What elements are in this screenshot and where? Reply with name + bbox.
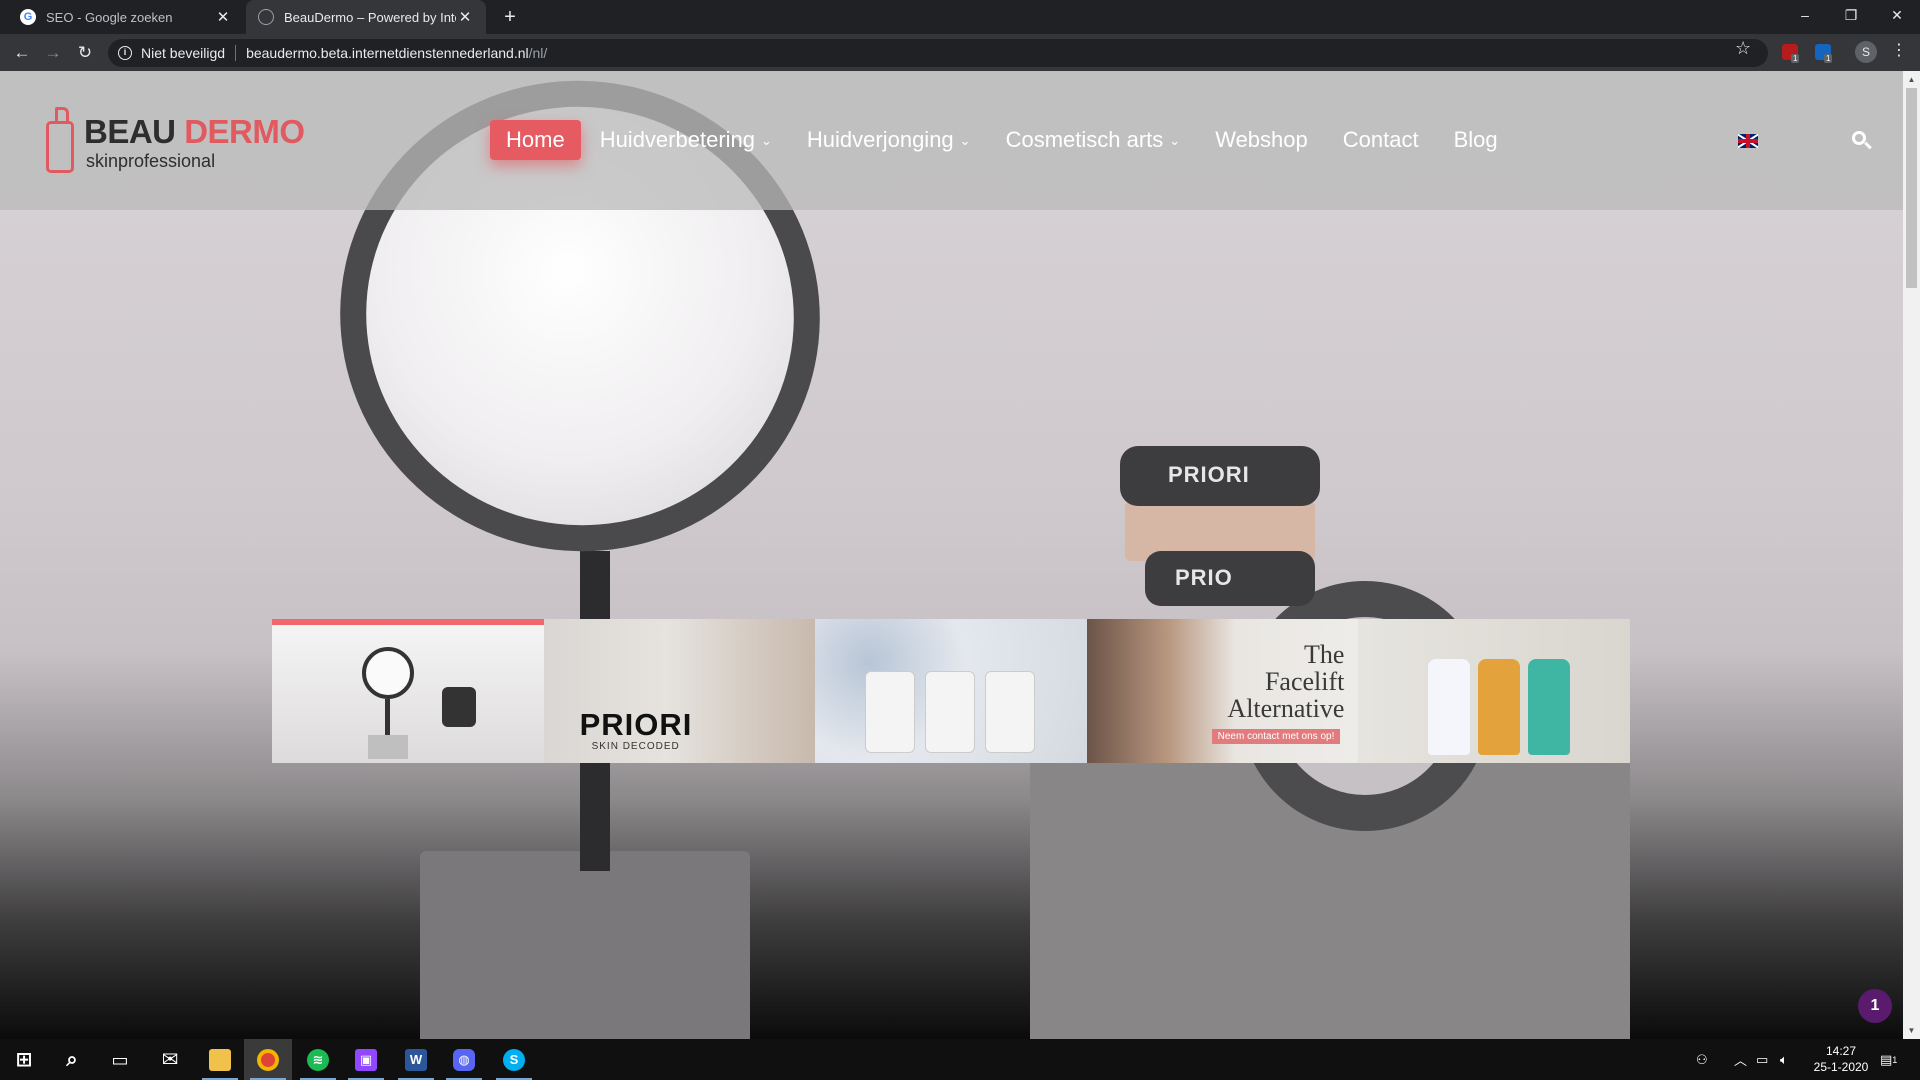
address-bar[interactable]: i Niet beveiligd beaudermo.beta.internet… <box>108 39 1768 67</box>
supplement-jar <box>865 671 916 753</box>
nav-cosmetisch-arts[interactable]: Cosmetisch arts ⌄ <box>990 120 1197 160</box>
chat-notification-badge[interactable]: 1 <box>1858 989 1892 1023</box>
webpage: PRIORI PRIO BEAU DERMO skinprofessional … <box>0 71 1903 1039</box>
discord-icon[interactable]: ◍ <box>440 1039 488 1080</box>
file-explorer-icon[interactable] <box>196 1039 244 1080</box>
browser-tab-strip: G SEO - Google zoeken ✕ BeauDermo – Powe… <box>0 0 1920 34</box>
minimize-button[interactable]: – <box>1782 0 1828 30</box>
chevron-down-icon: ⌄ <box>959 133 971 148</box>
reload-button[interactable]: ↻ <box>71 39 99 67</box>
tab-title: BeauDermo – Powered by Interne <box>284 9 456 25</box>
jar-label: PRIORI <box>1168 462 1250 487</box>
word-icon[interactable]: W <box>392 1039 440 1080</box>
extension-badge: 1 <box>1791 54 1800 63</box>
tab-title: SEO - Google zoeken <box>46 9 173 25</box>
volume-icon[interactable]: 🔈︎ <box>1780 1039 1788 1080</box>
extension-badge: 1 <box>1824 54 1833 63</box>
globe-favicon-icon <box>258 9 274 25</box>
close-window-button[interactable]: ✕ <box>1874 0 1920 30</box>
mirror-base <box>368 735 408 759</box>
nav-home[interactable]: Home <box>490 120 581 160</box>
nav-huidverbetering[interactable]: Huidverbetering ⌄ <box>584 120 788 160</box>
uk-flag-icon[interactable] <box>1738 134 1758 148</box>
hero-jar-lid: PRIORI <box>1120 446 1320 506</box>
spotify-icon[interactable]: ≋ <box>294 1039 342 1080</box>
search-icon[interactable]: ⌕ <box>48 1039 96 1080</box>
slide-thumb-mirror[interactable] <box>272 619 544 763</box>
pump-bottle-icon <box>46 107 76 173</box>
chevron-down-icon: ⌄ <box>1169 133 1181 148</box>
scroll-down-arrow-icon[interactable]: ▼ <box>1903 1022 1920 1039</box>
priori-tagline: SKIN DECODED <box>591 741 680 752</box>
hero-mirror-base <box>420 851 750 1039</box>
twitch-icon[interactable]: ▣ <box>342 1039 390 1080</box>
show-hidden-icons[interactable]: ︿ <box>1734 1039 1747 1080</box>
slider-thumbnails: PRIORI SKIN DECODED The Facelift Alterna… <box>272 619 1630 763</box>
beaudermo-logo[interactable]: BEAU DERMO skinprofessional <box>46 107 316 177</box>
clock-time: 14:27 <box>1825 1044 1857 1058</box>
scroll-up-arrow-icon[interactable]: ▲ <box>1903 71 1920 88</box>
screen: G SEO - Google zoeken ✕ BeauDermo – Powe… <box>0 0 1920 1080</box>
url-path: /nl/ <box>528 45 548 61</box>
chrome-icon[interactable] <box>244 1039 292 1080</box>
priori-brand: PRIORI <box>579 707 693 742</box>
slide-thumb-priori[interactable]: PRIORI SKIN DECODED <box>543 619 816 763</box>
nav-contact[interactable]: Contact <box>1327 120 1435 160</box>
facelift-title: The Facelift Alternative <box>1227 640 1345 723</box>
windows-taskbar: ⊞ ⌕ ▭ ✉ ≋ ▣ W ◍ S ⚇ ︿ ▭ 🔈︎ 14:27 25-1-20… <box>0 1039 1920 1080</box>
logo-wordmark: BEAU DERMO <box>84 113 305 150</box>
hero-jar-lid-2: PRIO <box>1145 551 1315 606</box>
forward-button[interactable]: → <box>39 39 67 67</box>
close-tab-icon[interactable]: ✕ <box>214 8 232 26</box>
jar-image <box>442 687 476 727</box>
windows-start-icon[interactable]: ⊞ <box>0 1039 48 1080</box>
site-header: BEAU DERMO skinprofessional Home Huidver… <box>0 71 1903 210</box>
profile-avatar[interactable]: S <box>1855 41 1877 63</box>
bookmark-star-icon[interactable]: ☆ <box>1735 38 1751 59</box>
notification-center-icon[interactable]: ▤ 1 <box>1880 1039 1897 1080</box>
omnibox-separator <box>235 45 237 61</box>
info-icon[interactable]: i <box>118 46 132 60</box>
mail-icon[interactable]: ✉ <box>146 1039 194 1080</box>
people-icon[interactable]: ⚇ <box>1696 1039 1708 1080</box>
clock-date: 25-1-2020 <box>1813 1060 1869 1074</box>
facelift-cta: Neem contact met ons op! <box>1211 729 1341 744</box>
new-tab-button[interactable]: + <box>498 5 522 29</box>
nav-webshop[interactable]: Webshop <box>1199 120 1324 160</box>
close-tab-icon[interactable]: ✕ <box>456 8 474 26</box>
skype-icon[interactable]: S <box>490 1039 538 1080</box>
slide-thumb-facelift[interactable]: The Facelift Alternative Neem contact me… <box>1086 619 1359 763</box>
mirror-stand <box>385 699 390 739</box>
jar-label: PRIO <box>1175 565 1233 590</box>
mirror-image <box>362 647 414 699</box>
back-button[interactable]: ← <box>8 39 36 67</box>
bottle-image <box>1528 659 1571 755</box>
tab-beaudermo[interactable]: BeauDermo – Powered by Interne ✕ <box>246 0 486 34</box>
chevron-down-icon: ⌄ <box>761 133 772 148</box>
clock[interactable]: 14:27 25-1-2020 <box>1808 1043 1874 1075</box>
supplement-jar <box>925 671 976 753</box>
task-view-icon[interactable]: ▭ <box>96 1039 144 1080</box>
security-label[interactable]: Niet beveiligd <box>141 45 225 61</box>
slide-thumb-bottles[interactable] <box>1358 619 1630 763</box>
search-icon[interactable] <box>1850 129 1874 153</box>
browser-menu-icon[interactable]: ⋮ <box>1891 40 1907 60</box>
network-icon[interactable]: ▭ <box>1756 1039 1768 1080</box>
bottle-image <box>1428 659 1471 755</box>
google-favicon-icon: G <box>20 9 36 25</box>
url-host: beaudermo.beta.internetdienstennederland… <box>246 45 529 61</box>
bottle-image <box>1478 659 1521 755</box>
main-nav: Home Huidverbetering ⌄ Huidverjonging ⌄ Co… <box>490 119 1517 161</box>
nav-huidverjonging[interactable]: Huidverjonging ⌄ <box>791 120 987 160</box>
nav-blog[interactable]: Blog <box>1438 120 1514 160</box>
scroll-thumb[interactable] <box>1906 88 1917 288</box>
restore-button[interactable]: ❐ <box>1828 0 1874 30</box>
supplement-jar <box>985 671 1036 753</box>
page-scrollbar[interactable]: ▲ ▼ <box>1903 71 1920 1039</box>
logo-tagline: skinprofessional <box>86 151 216 171</box>
slide-thumb-supplements[interactable] <box>815 619 1087 763</box>
tab-google-search[interactable]: G SEO - Google zoeken ✕ <box>8 0 244 34</box>
